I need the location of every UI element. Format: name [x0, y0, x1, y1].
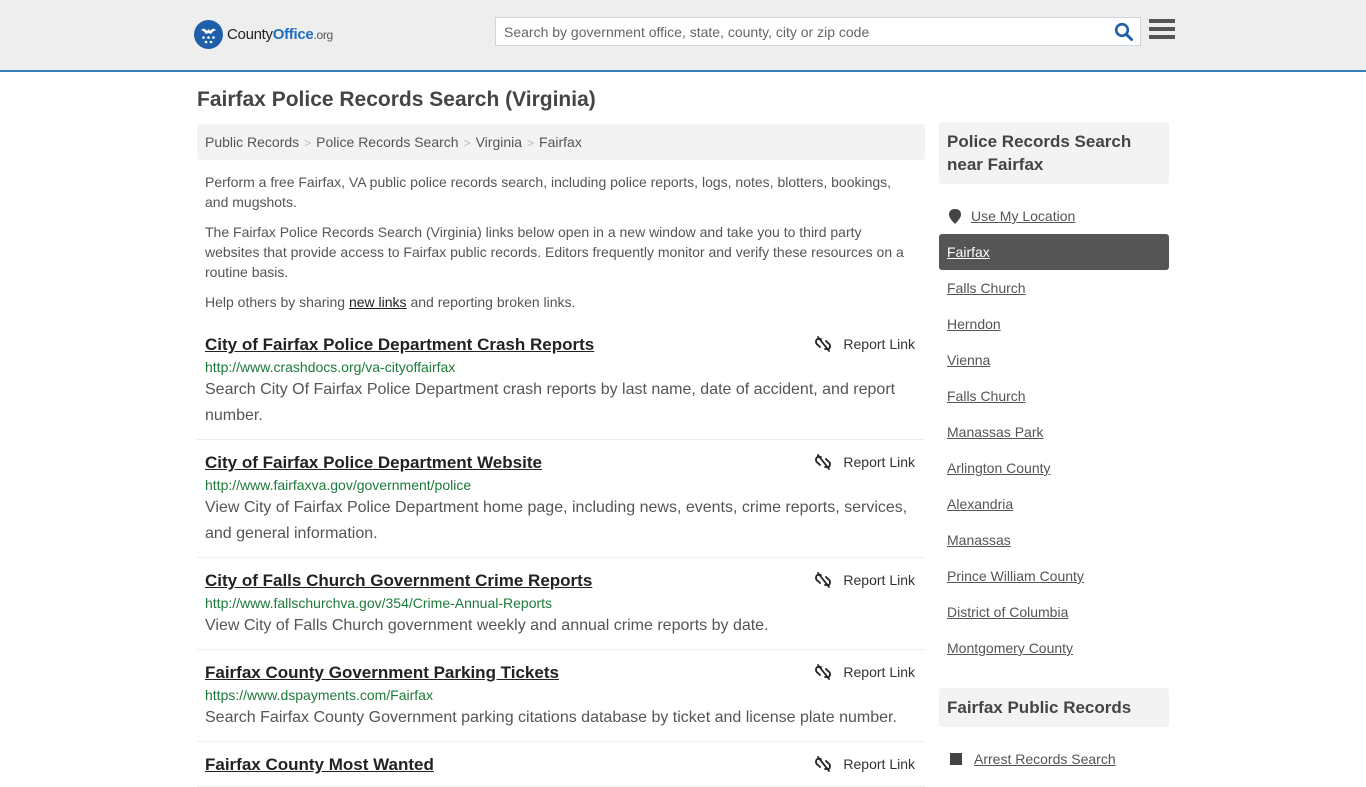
page-title: Fairfax Police Records Search (Virginia)	[197, 88, 596, 111]
breadcrumb-police-records-search[interactable]: Police Records Search	[316, 134, 458, 150]
nearby-link[interactable]: Manassas Park	[947, 424, 1043, 440]
nearby-item-prince-william-county[interactable]: Prince William County	[939, 558, 1169, 594]
intro-paragraph-1: Perform a free Fairfax, VA public police…	[205, 174, 892, 210]
broken-link-icon	[815, 664, 832, 680]
report-link-button[interactable]: Report Link	[815, 664, 915, 680]
report-link-button[interactable]: Report Link	[815, 572, 915, 588]
hamburger-menu-icon[interactable]	[1149, 19, 1175, 41]
report-link-label: Report Link	[843, 756, 915, 772]
nearby-item-herndon[interactable]: Herndon	[939, 306, 1169, 342]
result-description: Search Fairfax County Government parking…	[205, 709, 897, 726]
search-icon[interactable]	[1114, 22, 1134, 42]
nearby-link[interactable]: Fairfax	[947, 244, 990, 260]
nearby-link[interactable]: Manassas	[947, 532, 1011, 548]
broken-link-icon	[815, 572, 832, 588]
logo-eagle-icon	[194, 20, 223, 49]
broken-link-icon	[815, 336, 832, 352]
main-content: Public Records > Police Records Search > Vir…	[197, 124, 925, 787]
nearby-item-arlington-county[interactable]: Arlington County	[939, 450, 1169, 486]
result-item: City of Falls Church Government Crime Re…	[197, 558, 925, 650]
nearby-item-montgomery-county[interactable]: Montgomery County	[939, 630, 1169, 666]
breadcrumb-public-records[interactable]: Public Records	[205, 134, 299, 150]
intro-text: Perform a free Fairfax, VA public police…	[197, 172, 925, 312]
result-description: View City of Falls Church government wee…	[205, 617, 769, 634]
result-description: Search City Of Fairfax Police Department…	[205, 381, 896, 424]
nearby-item-manassas-park[interactable]: Manassas Park	[939, 414, 1169, 450]
nearby-link[interactable]: Vienna	[947, 352, 990, 368]
result-item: Fairfax County Most Wanted Report Link	[197, 742, 925, 787]
result-item: City of Fairfax Police Department Websit…	[197, 440, 925, 558]
site-header: CountyOffice.org	[0, 0, 1366, 72]
breadcrumb-separator: >	[463, 136, 471, 150]
nearby-list: Use My Location Fairfax Falls Church Her…	[939, 198, 1169, 666]
report-link-label: Report Link	[843, 664, 915, 680]
breadcrumb: Public Records > Police Records Search > Vir…	[197, 124, 925, 160]
nearby-link[interactable]: Alexandria	[947, 496, 1013, 512]
result-title-link[interactable]: City of Falls Church Government Crime Re…	[205, 570, 592, 592]
nearby-item-vienna[interactable]: Vienna	[939, 342, 1169, 378]
result-item: City of Fairfax Police Department Crash …	[197, 322, 925, 440]
report-link-button[interactable]: Report Link	[815, 454, 915, 470]
result-title-link[interactable]: City of Fairfax Police Department Crash …	[205, 334, 594, 356]
breadcrumb-fairfax[interactable]: Fairfax	[539, 134, 582, 150]
nearby-link[interactable]: Falls Church	[947, 388, 1026, 404]
broken-link-icon	[815, 756, 832, 772]
nearby-item-manassas[interactable]: Manassas	[939, 522, 1169, 558]
result-item: Fairfax County Government Parking Ticket…	[197, 650, 925, 742]
report-link-label: Report Link	[843, 572, 915, 588]
nearby-link[interactable]: Montgomery County	[947, 640, 1073, 656]
result-url: http://www.fairfaxva.gov/government/poli…	[205, 477, 472, 493]
nearby-item-falls-church[interactable]: Falls Church	[939, 270, 1169, 306]
search-input[interactable]	[496, 18, 1096, 45]
intro-paragraph-2: The Fairfax Police Records Search (Virgi…	[205, 224, 904, 280]
nearby-item-falls-church-2[interactable]: Falls Church	[939, 378, 1169, 414]
search-box	[495, 17, 1141, 46]
public-records-list: Arrest Records Search	[939, 741, 1169, 777]
nearby-link[interactable]: Herndon	[947, 316, 1001, 332]
results-list: City of Fairfax Police Department Crash …	[197, 322, 925, 787]
broken-link-icon	[815, 454, 832, 470]
use-my-location-link[interactable]: Use My Location	[971, 208, 1075, 224]
result-title-link[interactable]: Fairfax County Government Parking Ticket…	[205, 662, 559, 684]
sidebar: Police Records Search near Fairfax Use M…	[939, 122, 1169, 777]
breadcrumb-separator: >	[304, 136, 312, 150]
public-records-heading: Fairfax Public Records	[939, 688, 1169, 727]
new-links-link[interactable]: new links	[349, 294, 407, 310]
result-title-link[interactable]: City of Fairfax Police Department Websit…	[205, 452, 542, 474]
public-records-item[interactable]: Arrest Records Search	[939, 741, 1169, 777]
nearby-link[interactable]: District of Columbia	[947, 604, 1068, 620]
result-url: http://www.crashdocs.org/va-cityoffairfa…	[205, 359, 456, 375]
logo-text: CountyOffice.org	[227, 26, 333, 43]
square-bullet-icon	[950, 753, 962, 765]
nearby-item-district-of-columbia[interactable]: District of Columbia	[939, 594, 1169, 630]
result-url: http://www.fallschurchva.gov/354/Crime-A…	[205, 595, 553, 611]
nearby-item-alexandria[interactable]: Alexandria	[939, 486, 1169, 522]
report-link-label: Report Link	[843, 454, 915, 470]
nearby-link[interactable]: Prince William County	[947, 568, 1084, 584]
breadcrumb-virginia[interactable]: Virginia	[476, 134, 522, 150]
result-description: View City of Fairfax Police Department h…	[205, 499, 908, 542]
report-link-button[interactable]: Report Link	[815, 336, 915, 352]
arrest-records-search-link[interactable]: Arrest Records Search	[974, 751, 1116, 767]
location-pin-icon	[947, 208, 963, 224]
breadcrumb-separator: >	[527, 136, 535, 150]
result-title-link[interactable]: Fairfax County Most Wanted	[205, 754, 434, 776]
logo-link[interactable]: CountyOffice.org	[194, 20, 333, 49]
report-link-label: Report Link	[843, 336, 915, 352]
report-link-button[interactable]: Report Link	[815, 756, 915, 772]
nearby-link[interactable]: Arlington County	[947, 460, 1051, 476]
nearby-link[interactable]: Falls Church	[947, 280, 1026, 296]
result-url: https://www.dspayments.com/Fairfax	[205, 687, 433, 703]
nearby-heading: Police Records Search near Fairfax	[939, 122, 1169, 184]
intro-paragraph-3: Help others by sharing new links and rep…	[205, 294, 576, 310]
nearby-item-fairfax[interactable]: Fairfax	[939, 234, 1169, 270]
use-my-location[interactable]: Use My Location	[939, 198, 1169, 234]
